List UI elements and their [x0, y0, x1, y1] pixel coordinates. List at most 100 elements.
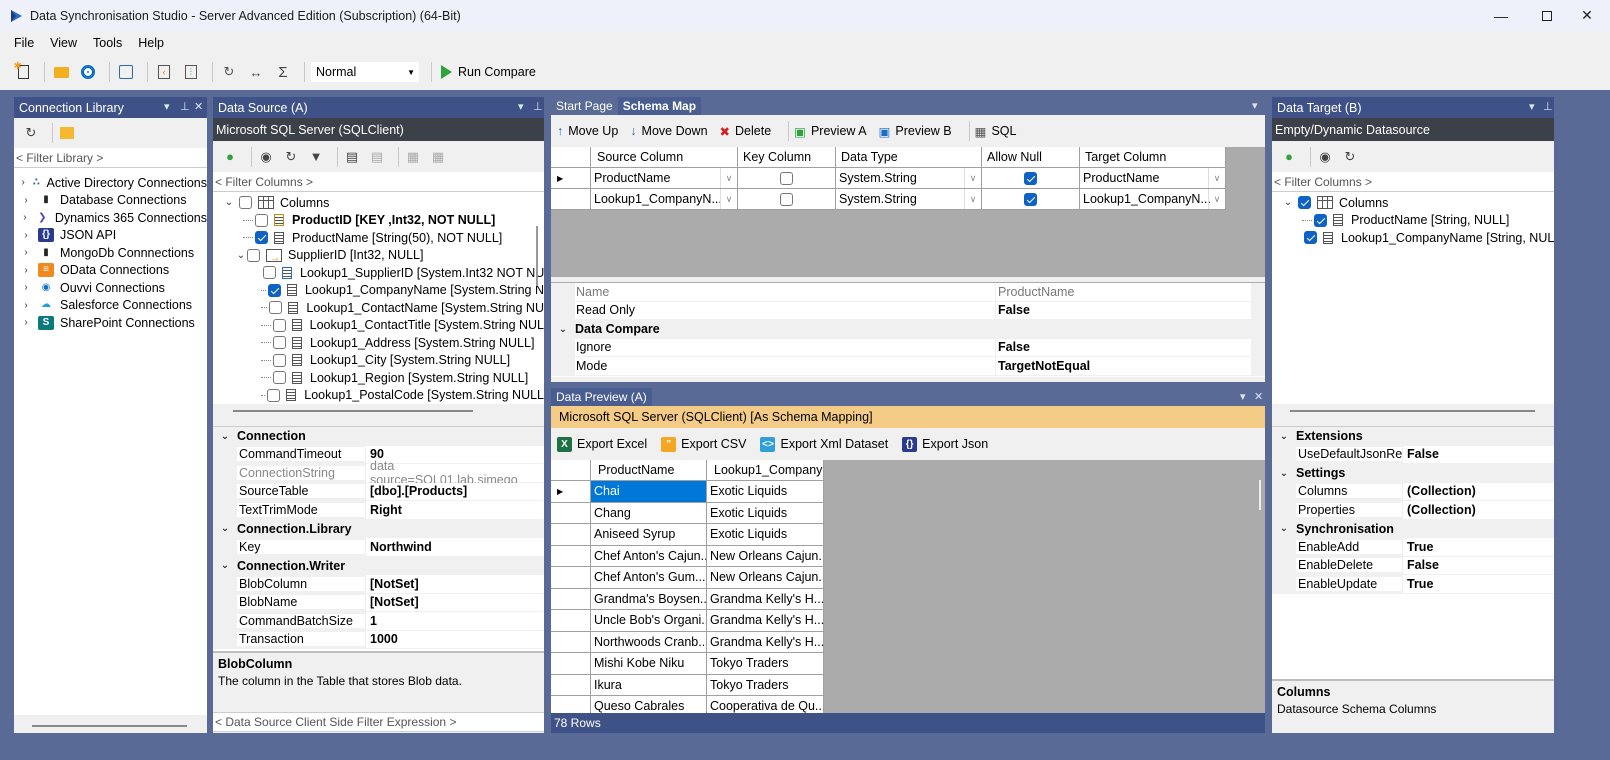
checkbox[interactable] [239, 196, 252, 210]
chevron-down-icon[interactable]: ⌄ [213, 560, 237, 571]
schema-grid-row[interactable]: ▶ ProductName ∨ System.String ∨ ProductName ∨ [551, 168, 1265, 189]
library-item[interactable]: › {} JSON API [14, 227, 207, 245]
row-header[interactable] [551, 567, 591, 589]
preview-vscrollbar[interactable] [1259, 480, 1261, 510]
library-item[interactable]: › ▮ Database Connections [14, 192, 207, 210]
checkbox[interactable] [1298, 196, 1311, 210]
chevron-down-icon[interactable]: ⌄ [213, 431, 237, 442]
chevron-down-icon[interactable]: ⌄ [551, 324, 575, 335]
preview-cell[interactable]: Northwoods Cranb... [591, 631, 707, 653]
row-header[interactable] [551, 674, 591, 696]
preview-row[interactable]: Ikura Tokyo Traders [551, 674, 1265, 696]
property-row[interactable]: ConnectionString data source=SQL01.lab.si… [213, 459, 544, 487]
connect-icon[interactable]: ● [1280, 148, 1298, 166]
column-header[interactable]: ProductName [591, 460, 707, 481]
chevron-down-icon[interactable]: ⌄ [1272, 468, 1296, 479]
preview-cell[interactable]: Grandma Kelly's H... [707, 588, 824, 610]
schema-move-down-button[interactable]: ↓ Move Down [630, 124, 707, 138]
property-category[interactable]: ⌄ Settings [1272, 464, 1554, 483]
preview-cell[interactable]: Queso Cabrales [591, 696, 707, 713]
preview-cell[interactable]: Uncle Bob's Organi... [591, 610, 707, 632]
preview-cell[interactable]: Grandma's Boysen... [591, 588, 707, 610]
column-checkbox[interactable] [1304, 231, 1317, 245]
property-row[interactable]: Mode TargetNotEqual [551, 357, 1265, 376]
chevron-down-icon[interactable]: ⌄ [235, 250, 247, 261]
column-checkbox[interactable] [273, 353, 286, 367]
remove-column-icon[interactable]: ▤ [368, 148, 386, 166]
target-filter-columns-input[interactable]: < Filter Columns > [1272, 172, 1554, 192]
chevron-right-icon[interactable]: › [20, 212, 30, 223]
remove-lookup-icon[interactable]: ▦ [429, 148, 447, 166]
filter-library-input[interactable]: < Filter Library > [14, 148, 207, 168]
chevron-right-icon[interactable]: › [20, 195, 32, 206]
tree-root-columns[interactable]: ⌄ Columns [1272, 194, 1554, 212]
sum-button[interactable]: Σ [272, 61, 294, 83]
schema-preview-b-button[interactable]: ▣ Preview B [879, 124, 952, 139]
preview-cell[interactable]: Tokyo Traders [707, 674, 824, 696]
preview-cell[interactable]: Exotic Liquids [707, 502, 824, 524]
property-value[interactable]: [NotSet] [365, 593, 544, 611]
chevron-down-icon[interactable]: ⌄ [1272, 523, 1296, 534]
property-row[interactable]: EnableDelete False [1272, 556, 1554, 575]
panel-menu-icon[interactable]: ▾ [518, 100, 524, 113]
property-value[interactable]: 1 [365, 612, 544, 630]
preview-cell[interactable]: Grandma Kelly's H... [707, 631, 824, 653]
column-checkbox[interactable] [272, 318, 286, 332]
property-row[interactable]: EnableAdd True [1272, 538, 1554, 557]
folder-icon[interactable] [58, 124, 76, 142]
preview-cell[interactable]: Exotic Liquids [707, 524, 824, 546]
column-header[interactable]: Target Column [1080, 147, 1226, 168]
add-column-icon[interactable]: ▤ [343, 148, 361, 166]
property-value[interactable]: (Collection) [1402, 482, 1554, 500]
property-row[interactable]: Key Northwind [213, 538, 544, 557]
property-row[interactable]: Read Only False [551, 301, 1265, 320]
column-checkbox[interactable] [255, 213, 268, 227]
row-header[interactable]: ▶ [551, 168, 591, 189]
data-type-cell[interactable]: System.String ∨ [836, 189, 982, 210]
property-value[interactable]: False [1402, 445, 1554, 463]
property-row[interactable]: BlobColumn [NotSet] [213, 575, 544, 594]
preview-cell[interactable]: Mishi Kobe Niku [591, 653, 707, 675]
property-value[interactable]: [NotSet] [365, 575, 544, 593]
property-value[interactable]: [dbo].[Products] [365, 482, 544, 500]
preview-eye-icon[interactable]: ◉ [1316, 148, 1334, 166]
filter-columns-input[interactable]: < Filter Columns > [213, 172, 544, 192]
target-column-cell[interactable]: Lookup1_CompanyN... ∨ [1080, 189, 1226, 210]
splitter[interactable] [213, 418, 544, 426]
new-project-button[interactable]: ✱ [12, 61, 34, 83]
target-tree-hscrollbar[interactable] [1272, 404, 1554, 418]
key-column-cell-checkbox[interactable] [780, 192, 793, 206]
panel-menu-icon[interactable]: ▾ [1240, 390, 1246, 403]
column-item[interactable]: ProductID [KEY ,Int32, NOT NULL] [213, 212, 544, 230]
property-row[interactable]: CommandBatchSize 1 [213, 612, 544, 631]
export-xml-dataset-button[interactable]: <> Export Xml Dataset [760, 436, 888, 452]
property-row[interactable]: Name ProductName [551, 283, 1265, 302]
key-column-cell[interactable] [738, 189, 836, 210]
property-value[interactable]: (Collection) [1402, 501, 1554, 519]
preview-row[interactable]: Queso Cabrales Cooperativa de Qu... [551, 696, 1265, 713]
library-item[interactable]: › ≡ OData Connections [14, 262, 207, 280]
column-header[interactable]: Lookup1_CompanyN [707, 460, 824, 481]
library-item[interactable]: › ∴ Active Directory Connections [14, 174, 207, 192]
preview-cell[interactable]: Exotic Liquids [707, 481, 824, 503]
export-button[interactable]: ⋮ [180, 61, 202, 83]
schema-move-up-button[interactable]: ↑ Move Up [557, 124, 618, 138]
chevron-down-icon[interactable]: ∨ [964, 189, 981, 209]
source-tree-hscrollbar[interactable] [213, 404, 544, 418]
row-header[interactable] [551, 631, 591, 653]
chevron-right-icon[interactable]: › [20, 282, 32, 293]
property-row[interactable]: BlobName [NotSet] [213, 593, 544, 612]
property-category[interactable]: ⌄ Connection.Library [213, 519, 544, 538]
menu-view[interactable]: View [42, 36, 85, 50]
property-value[interactable]: Right [365, 501, 544, 519]
row-header[interactable] [551, 524, 591, 546]
preview-cell[interactable]: Cooperativa de Qu... [707, 696, 824, 713]
column-checkbox[interactable] [273, 371, 286, 385]
export-csv-button[interactable]: ” Export CSV [661, 436, 746, 452]
pin-icon[interactable]: ⊥ [533, 100, 543, 113]
column-item[interactable]: Lookup1_CompanyName [String, NULL] [1272, 229, 1554, 247]
chevron-right-icon[interactable]: › [20, 317, 32, 328]
column-header[interactable]: Key Column [738, 147, 836, 168]
target-column-cell[interactable]: ProductName ∨ [1080, 168, 1226, 189]
row-header[interactable] [551, 545, 591, 567]
